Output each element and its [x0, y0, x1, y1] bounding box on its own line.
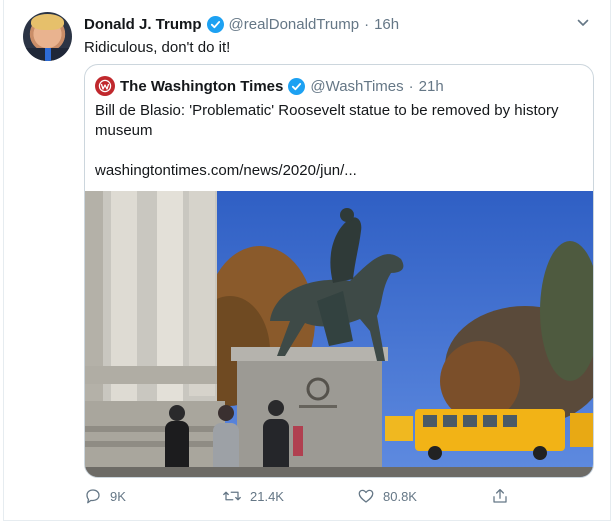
quoted-tweet[interactable]: The Washington Times @WashTimes · 21h Bi… — [84, 64, 594, 478]
tweet-card[interactable]: Donald J. Trump @realDonaldTrump · 16h R… — [3, 0, 611, 521]
retweet-count: 21.4K — [250, 488, 284, 504]
tweet-text: Ridiculous, don't do it! — [84, 39, 231, 56]
quoted-tweet-header: The Washington Times @WashTimes · 21h — [95, 76, 444, 96]
quoted-tweet-timestamp[interactable]: 21h — [419, 78, 444, 95]
tweet-header: Donald J. Trump @realDonaldTrump · 16h — [84, 14, 399, 34]
reply-button[interactable]: 9K — [84, 487, 126, 505]
quoted-author-handle[interactable]: @WashTimes — [310, 78, 403, 95]
author-name[interactable]: Donald J. Trump — [84, 16, 202, 33]
like-icon — [358, 489, 374, 503]
author-avatar[interactable] — [23, 12, 72, 61]
like-count: 80.8K — [383, 488, 417, 504]
retweet-button[interactable]: 21.4K — [222, 487, 284, 505]
reply-count: 9K — [110, 488, 126, 504]
chevron-down-icon[interactable] — [574, 14, 592, 32]
verified-badge-icon — [206, 15, 224, 33]
quoted-tweet-text: Bill de Blasio: 'Problematic' Roosevelt … — [95, 102, 559, 139]
share-icon — [493, 488, 507, 503]
author-handle[interactable]: @realDonaldTrump — [229, 16, 360, 33]
quoted-author-avatar — [95, 76, 115, 96]
separator-dot: · — [364, 15, 370, 33]
quoted-author-name[interactable]: The Washington Times — [120, 78, 283, 95]
tweet-timestamp[interactable]: 16h — [374, 16, 399, 33]
avatar-tie — [45, 48, 51, 61]
verified-badge-icon — [288, 77, 306, 95]
statue-photo[interactable] — [85, 191, 593, 477]
separator-dot: · — [408, 77, 414, 95]
quoted-tweet-link[interactable]: washingtontimes.com/news/2020/jun/... — [95, 161, 575, 181]
tweet-actions: 9K 21.4K 80.8K — [84, 487, 524, 507]
avatar-hair — [31, 14, 64, 30]
share-button[interactable] — [491, 487, 509, 505]
like-button[interactable]: 80.8K — [357, 487, 417, 505]
quoted-tweet-body: Bill de Blasio: 'Problematic' Roosevelt … — [95, 101, 575, 181]
retweet-icon — [223, 491, 241, 501]
reply-icon — [86, 489, 100, 504]
